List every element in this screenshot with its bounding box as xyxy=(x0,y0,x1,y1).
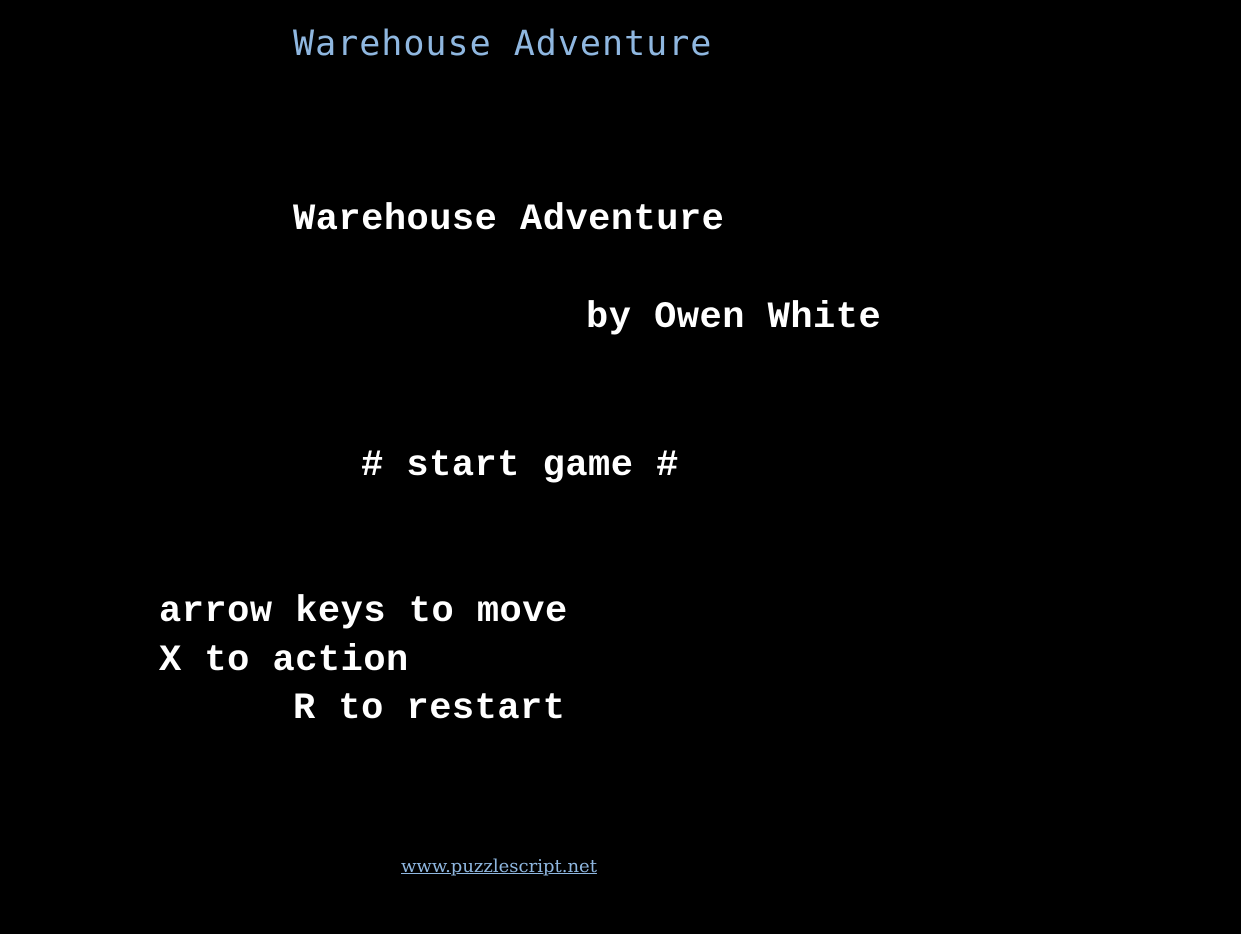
controls-restart-text: R to restart xyxy=(293,688,566,730)
page-title: Warehouse Adventure xyxy=(293,24,713,64)
game-title-text: Warehouse Adventure xyxy=(293,199,725,241)
puzzlescript-link[interactable]: www.puzzlescript.net xyxy=(401,855,597,879)
start-game-option[interactable]: # start game # xyxy=(361,446,679,486)
controls-action-text: X to action xyxy=(159,640,409,682)
controls-move-text: arrow keys to move xyxy=(159,591,568,633)
game-canvas[interactable]: Warehouse Adventure by Owen White # star… xyxy=(0,90,1241,850)
author-credit: by Owen White xyxy=(586,297,882,339)
